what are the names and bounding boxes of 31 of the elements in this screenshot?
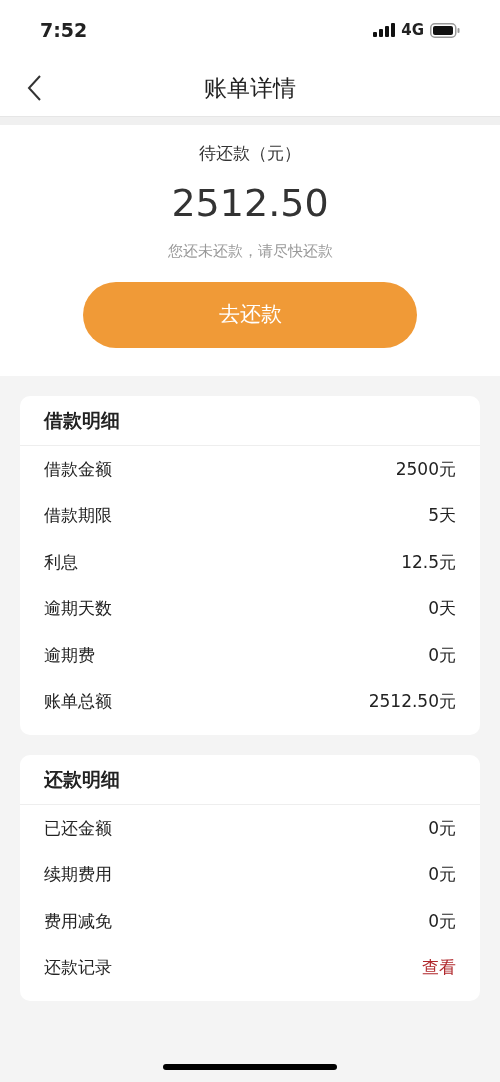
signal-icon xyxy=(373,23,396,37)
section-title: 借款明细 xyxy=(44,408,120,434)
row-label: 续期费用 xyxy=(44,863,112,886)
row-label: 还款记录 xyxy=(44,956,112,979)
network-label: 4G xyxy=(401,19,424,41)
status-time: 7:52 xyxy=(40,17,88,43)
page-title: 账单详情 xyxy=(204,73,296,103)
battery-icon xyxy=(430,22,460,38)
amount-label: 待还款（元） xyxy=(199,142,301,165)
row-label: 已还金额 xyxy=(44,816,112,840)
row-value: 5天 xyxy=(428,504,456,527)
row-value: 0元 xyxy=(428,863,456,886)
reminder-text: 您还未还款，请尽快还款 xyxy=(167,240,333,262)
row-label: 借款金额 xyxy=(44,457,112,481)
row-value: 12.5元 xyxy=(401,550,456,574)
row-value: 0元 xyxy=(428,909,456,933)
row-label: 借款期限 xyxy=(44,504,112,527)
row-label: 利息 xyxy=(44,550,78,574)
row-value: 2500元 xyxy=(395,457,456,481)
row-label: 费用减免 xyxy=(44,909,112,933)
row-label: 逾期天数 xyxy=(44,597,112,620)
row-label: 逾期费 xyxy=(44,643,95,667)
amount-value: 2512.50 xyxy=(171,179,329,227)
section-title: 还款明细 xyxy=(44,767,120,793)
view-link[interactable]: 查看 xyxy=(422,955,456,981)
row-value: 0元 xyxy=(428,643,456,667)
row-value: 0元 xyxy=(428,816,456,840)
back-icon[interactable] xyxy=(26,74,42,102)
row-label: 账单总额 xyxy=(44,690,112,713)
row-value: 2512.50元 xyxy=(368,690,456,713)
row-value: 0天 xyxy=(428,597,456,620)
